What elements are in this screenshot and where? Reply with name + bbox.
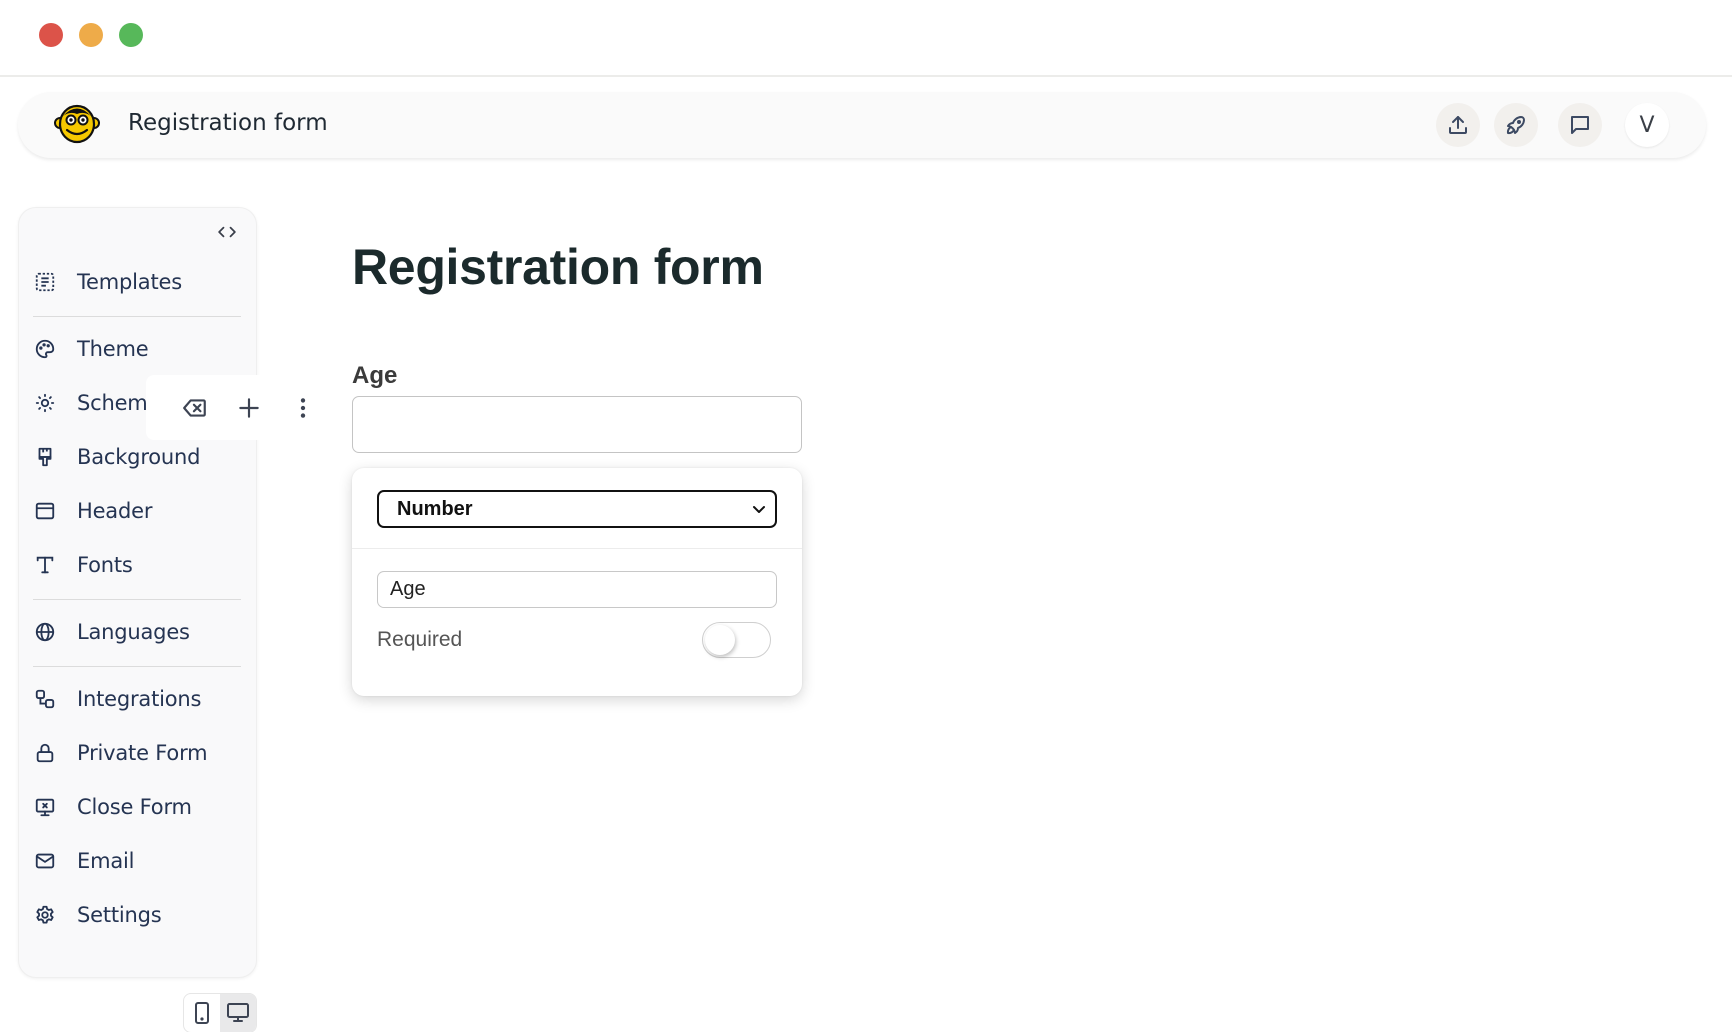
age-field-label[interactable]: Age — [352, 362, 397, 390]
sidebar-item-languages[interactable]: Languages — [31, 612, 251, 652]
sidebar-item-theme[interactable]: Theme — [31, 329, 251, 369]
rocket-icon — [1506, 116, 1525, 135]
sidebar-item-label: Close Form — [77, 795, 192, 819]
field-type-value: Number — [397, 497, 473, 520]
chrome-divider — [0, 75, 1732, 77]
sidebar-divider — [33, 666, 241, 667]
required-label: Required — [377, 628, 463, 651]
desktop-icon — [227, 1003, 249, 1022]
collapse-sidebar-button[interactable] — [214, 221, 240, 243]
sidebar: Templates Theme Scheme Background Header… — [18, 207, 257, 978]
paintbrush-icon — [33, 445, 57, 469]
sidebar-item-label: Integrations — [77, 687, 202, 711]
more-options-button[interactable] — [287, 392, 319, 424]
backspace-icon — [183, 399, 206, 417]
monkey-face-icon[interactable] — [54, 101, 100, 147]
app-title: Registration form — [128, 110, 328, 136]
close-window-button[interactable] — [39, 23, 63, 47]
sidebar-divider — [33, 599, 241, 600]
minimize-window-button[interactable] — [79, 23, 103, 47]
sidebar-item-integrations[interactable]: Integrations — [31, 679, 251, 719]
sidebar-item-close-form[interactable]: Close Form — [31, 787, 251, 827]
sidebar-item-fonts[interactable]: Fonts — [31, 545, 251, 585]
sidebar-item-label: Languages — [77, 620, 190, 644]
sidebar-item-settings[interactable]: Settings — [31, 895, 251, 935]
plus-icon — [239, 398, 259, 418]
field-label-input[interactable] — [377, 571, 777, 608]
sidebar-item-email[interactable]: Email — [31, 841, 251, 881]
layout-header-icon — [33, 499, 57, 523]
sidebar-item-label: Email — [77, 849, 135, 873]
toggle-knob — [705, 625, 735, 655]
lock-icon — [33, 741, 57, 765]
device-preview-toggle — [183, 993, 257, 1032]
mail-icon — [33, 849, 57, 873]
sidebar-item-label: Theme — [77, 337, 149, 361]
field-settings-popover: Number Required — [352, 468, 802, 696]
avatar-initial: V — [1639, 112, 1655, 138]
gear-icon — [33, 903, 57, 927]
add-button[interactable] — [233, 392, 265, 424]
popover-divider — [352, 548, 802, 549]
sidebar-item-label: Fonts — [77, 553, 133, 577]
sun-icon — [33, 391, 57, 415]
chat-bubble-icon — [1571, 116, 1589, 134]
templates-icon — [33, 270, 57, 294]
publish-button[interactable] — [1494, 103, 1538, 147]
mobile-icon — [195, 1002, 209, 1024]
mobile-preview-button[interactable] — [184, 994, 220, 1032]
form-title[interactable]: Registration form — [352, 238, 764, 296]
integrations-icon — [33, 687, 57, 711]
screen-close-icon — [33, 795, 57, 819]
share-button[interactable] — [1436, 103, 1480, 147]
field-type-select[interactable]: Number — [377, 490, 777, 528]
age-input[interactable] — [352, 396, 802, 453]
sidebar-divider — [33, 316, 241, 317]
user-avatar[interactable]: V — [1625, 103, 1669, 147]
sidebar-item-label: Settings — [77, 903, 162, 927]
scheme-action-toolbar — [146, 375, 321, 440]
sidebar-item-label: Private Form — [77, 741, 208, 765]
sidebar-item-label: Templates — [77, 270, 182, 294]
sidebar-item-header[interactable]: Header — [31, 491, 251, 531]
chevron-down-icon — [753, 506, 765, 513]
sidebar-item-label: Header — [77, 499, 153, 523]
window-controls — [39, 23, 143, 47]
typography-icon — [33, 553, 57, 577]
sidebar-item-private-form[interactable]: Private Form — [31, 733, 251, 773]
maximize-window-button[interactable] — [119, 23, 143, 47]
sidebar-item-label: Background — [77, 445, 201, 469]
globe-icon — [33, 620, 57, 644]
feedback-button[interactable] — [1558, 103, 1602, 147]
app-bar: Registration form V — [18, 92, 1706, 158]
sidebar-item-templates[interactable]: Templates — [31, 262, 251, 302]
delete-button[interactable] — [179, 392, 211, 424]
required-toggle[interactable] — [702, 622, 771, 658]
code-brackets-icon — [218, 226, 236, 238]
upload-icon — [1449, 116, 1467, 134]
sidebar-item-background[interactable]: Background — [31, 437, 251, 477]
palette-icon — [33, 337, 57, 361]
more-vertical-icon — [300, 398, 306, 418]
desktop-preview-button[interactable] — [220, 994, 256, 1032]
